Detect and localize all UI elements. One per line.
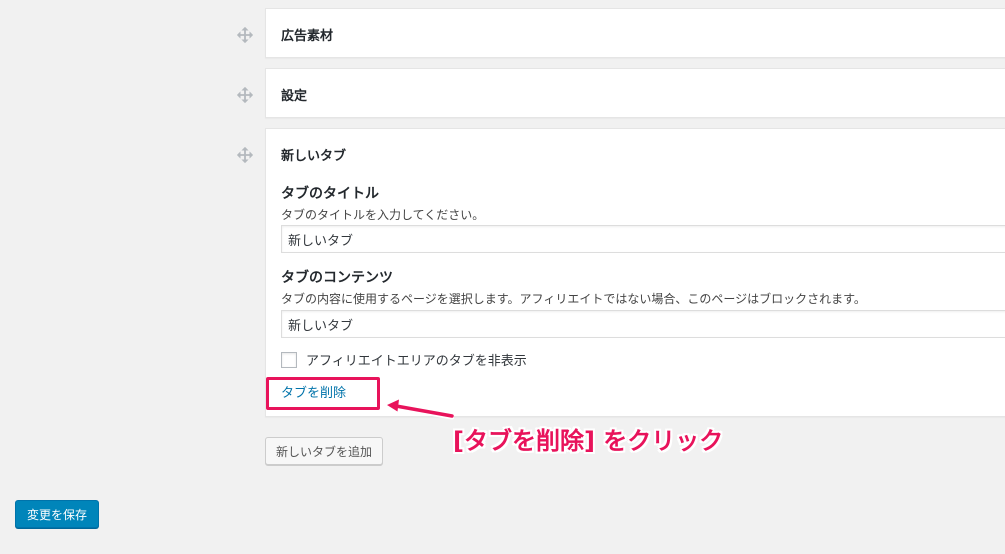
section-panel-new-tab: 新しいタブ タブのタイトル タブのタイトルを入力してください。 タブのコンテンツ… bbox=[265, 128, 1005, 417]
hide-tab-checkbox-label: アフィリエイトエリアのタブを非表示 bbox=[306, 354, 527, 369]
hide-tab-checkbox-row[interactable]: アフィリエイトエリアのタブを非表示 bbox=[281, 350, 527, 369]
tab-content-label: タブのコンテンツ bbox=[281, 270, 393, 286]
annotation-arrow-icon bbox=[384, 396, 454, 420]
move-icon[interactable] bbox=[235, 145, 255, 165]
tab-title-label: タブのタイトル bbox=[281, 186, 379, 202]
section-panel-settings[interactable]: 設定 bbox=[265, 68, 1005, 118]
annotation-highlight-box bbox=[266, 377, 380, 410]
section-title: 広告素材 bbox=[281, 29, 334, 44]
move-arrows-icon bbox=[236, 146, 254, 164]
tab-title-description: タブのタイトルを入力してください。 bbox=[281, 208, 485, 222]
annotation-label: [タブを削除] をクリック bbox=[453, 427, 724, 455]
add-tab-button[interactable]: 新しいタブを追加 bbox=[265, 437, 384, 465]
section-panel-ad-materials[interactable]: 広告素材 bbox=[265, 8, 1005, 58]
tab-title-input[interactable] bbox=[281, 225, 1005, 253]
hide-tab-checkbox[interactable] bbox=[281, 351, 297, 368]
section-title: 設定 bbox=[281, 89, 308, 104]
save-changes-button[interactable]: 変更を保存 bbox=[15, 500, 100, 528]
move-icon[interactable] bbox=[235, 85, 255, 105]
move-icon[interactable] bbox=[235, 25, 255, 45]
move-arrows-icon bbox=[236, 26, 254, 44]
section-title: 新しいタブ bbox=[281, 149, 347, 164]
tab-content-select[interactable] bbox=[281, 310, 1005, 338]
tab-content-description: タブの内容に使用するページを選択します。アフィリエイトではない場合、このページは… bbox=[281, 292, 866, 306]
move-arrows-icon bbox=[236, 86, 254, 104]
